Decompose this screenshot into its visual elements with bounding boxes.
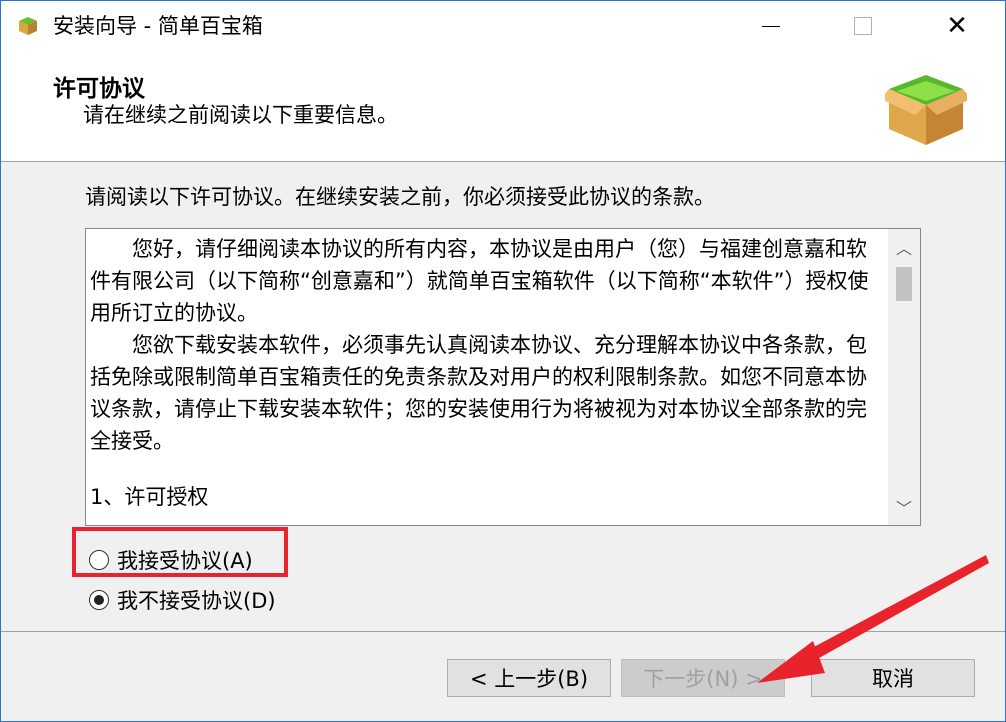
installer-window: 安装向导 - 简单百宝箱 ✕ 许可协议 请在继续之前阅读以下重要信息。 请阅读以…	[0, 0, 1006, 722]
red-arrow-annotation	[757, 555, 989, 683]
